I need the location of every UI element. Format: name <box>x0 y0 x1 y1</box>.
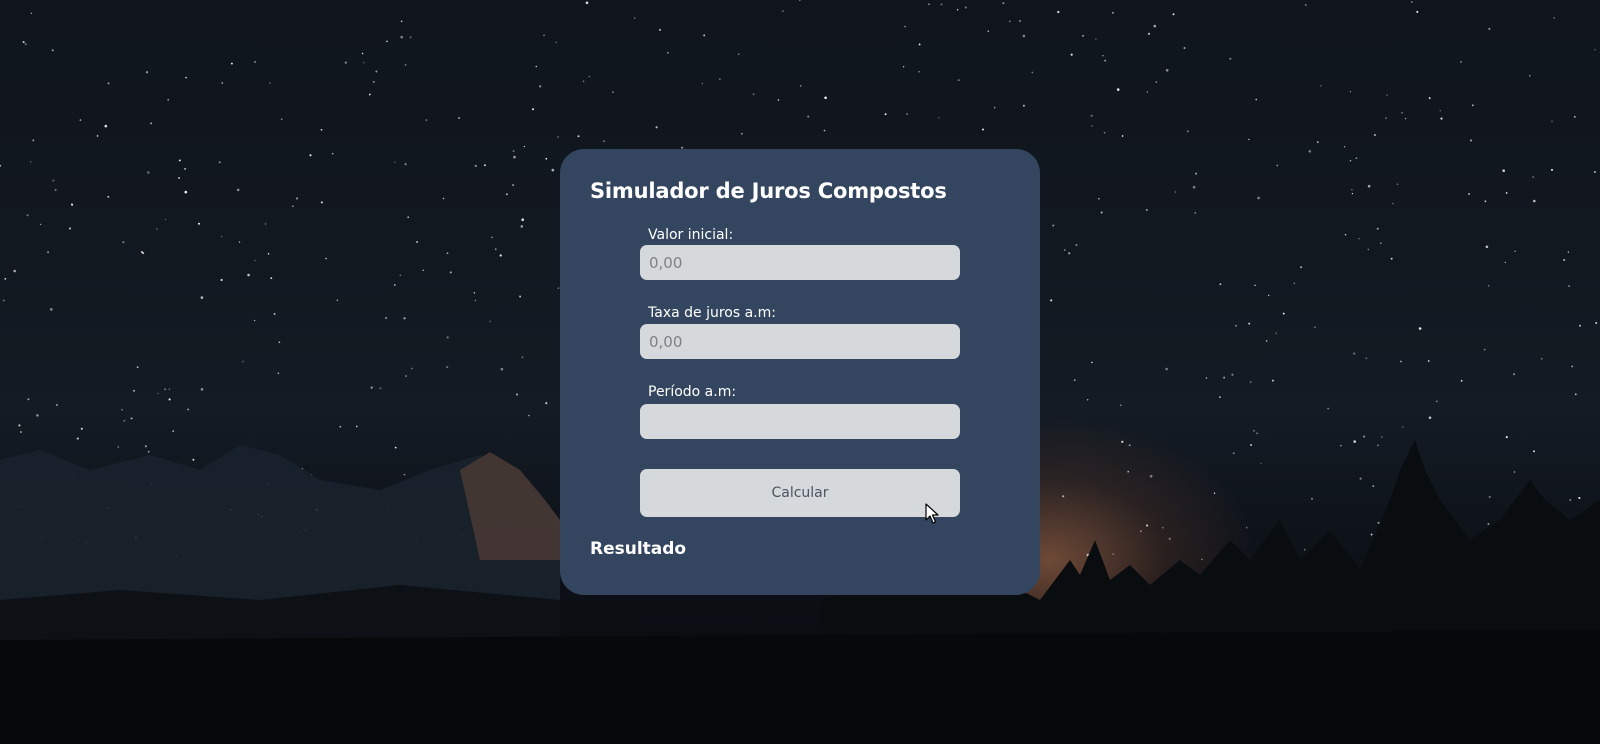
calculate-button[interactable]: Calcular <box>640 469 960 517</box>
interest-rate-label: Taxa de juros a.m: <box>648 305 776 321</box>
period-label: Período a.m: <box>648 384 737 400</box>
background-night-sky: Simulador de Juros Compostos Valor inici… <box>0 0 1600 744</box>
page-title: Simulador de Juros Compostos <box>590 179 947 203</box>
interest-rate-input[interactable] <box>640 324 960 359</box>
mouse-cursor-icon <box>925 503 939 524</box>
period-input[interactable] <box>640 404 960 439</box>
simulator-card: Simulador de Juros Compostos Valor inici… <box>560 149 1040 595</box>
initial-value-label: Valor inicial: <box>648 227 734 243</box>
initial-value-input[interactable] <box>640 245 960 280</box>
result-heading: Resultado <box>590 539 687 559</box>
